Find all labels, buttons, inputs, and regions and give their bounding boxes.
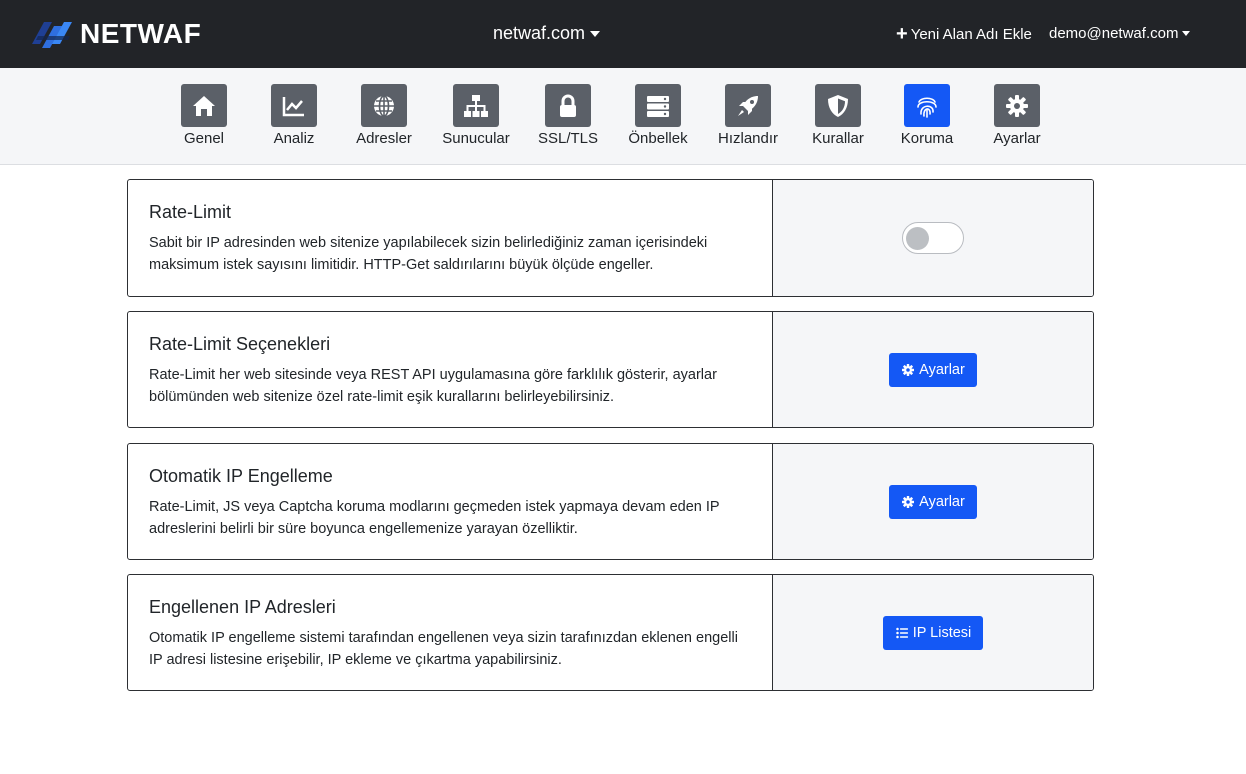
globe-icon <box>361 84 407 127</box>
button-label: Ayarlar <box>919 361 965 378</box>
list-icon <box>895 627 908 638</box>
card-description-line: Rate-Limit her web sitesinde veya REST A… <box>149 367 717 383</box>
rate-limit-toggle[interactable] <box>902 222 964 254</box>
gear-icon <box>902 363 915 376</box>
card-description: Sabit bir IP adresinden web sitenize yap… <box>149 232 752 276</box>
nav-label: SSL/TLS <box>537 130 599 147</box>
network-icon <box>453 84 499 127</box>
gear-icon <box>902 495 915 508</box>
shield-icon <box>815 84 861 127</box>
rate-limit-options-card: Rate-Limit Seçenekleri Rate-Limit her we… <box>127 311 1094 428</box>
card-description-line: Otomatik IP engelleme sistemi tarafından… <box>149 630 738 646</box>
fingerprint-icon <box>904 84 950 127</box>
nav-label: Kurallar <box>812 130 864 147</box>
nav-label: Ayarlar <box>993 130 1041 147</box>
rate-limit-settings-button[interactable]: Ayarlar <box>889 352 977 387</box>
card-action <box>773 180 1093 296</box>
home-icon <box>181 84 227 127</box>
nav-item-analiz[interactable]: Analiz <box>249 84 339 147</box>
card-description-line: IP adresi listesine erişebilir, IP eklem… <box>149 652 562 668</box>
plus-icon: + <box>896 23 908 45</box>
card-body: Rate-Limit Seçenekleri Rate-Limit her we… <box>128 312 773 427</box>
nav-label: Genel <box>183 130 225 147</box>
ip-list-button[interactable]: IP Listesi <box>882 615 984 650</box>
nav-label: Sunucular <box>442 130 510 147</box>
card-title: Engellenen IP Adresleri <box>149 597 336 617</box>
nav-item-genel[interactable]: Genel <box>159 84 249 147</box>
nav-item-ayarlar[interactable]: Ayarlar <box>972 84 1062 147</box>
card-action: Ayarlar <box>773 444 1093 559</box>
nav-label: Analiz <box>273 130 315 147</box>
auto-ip-block-card: Otomatik IP Engelleme Rate-Limit, JS vey… <box>127 443 1094 560</box>
caret-down-icon <box>1182 31 1191 36</box>
card-description-line: Rate-Limit, JS veya Captcha koruma modla… <box>149 499 720 515</box>
top-navbar: NETWAF netwaf.com + Yeni Alan Adı Ekle d… <box>0 0 1246 68</box>
card-description-line: bölümünden web sitenize özel rate-limit … <box>149 389 615 405</box>
add-domain-label: Yeni Alan Adı Ekle <box>910 26 1032 43</box>
lock-icon <box>545 84 591 127</box>
card-title: Rate-Limit Seçenekleri <box>149 334 331 354</box>
button-label: IP Listesi <box>912 624 972 641</box>
nav-item-adresler[interactable]: Adresler <box>339 84 429 147</box>
nav-label: Hızlandır <box>717 130 779 147</box>
card-body: Engellenen IP Adresleri Otomatik IP enge… <box>128 575 773 690</box>
card-action: Ayarlar <box>773 312 1093 427</box>
card-description-line: adreslerini belirli bir süre boyunca eng… <box>149 521 578 537</box>
logo-mark-icon <box>30 14 76 54</box>
nav-label: Koruma <box>900 130 954 147</box>
nav-item-sunucular[interactable]: Sunucular <box>431 84 521 147</box>
caret-down-icon <box>590 30 601 37</box>
nav-item-hizlandir[interactable]: Hızlandır <box>703 84 793 147</box>
gear-icon <box>994 84 1040 127</box>
card-description-line: maksimum istek sayısını limitidir. HTTP-… <box>149 257 654 273</box>
nav-item-ssl-tls[interactable]: SSL/TLS <box>523 84 613 147</box>
section-nav: Genel Analiz Adresler Sunucular SSL/TLS … <box>0 68 1246 165</box>
nav-label: Adresler <box>356 130 412 147</box>
button-label: Ayarlar <box>919 493 965 510</box>
card-description: Rate-Limit her web sitesinde veya REST A… <box>149 364 752 408</box>
nav-item-onbellek[interactable]: Önbellek <box>613 84 703 147</box>
chart-icon <box>271 84 317 127</box>
card-action: IP Listesi <box>773 575 1093 690</box>
nav-label: Önbellek <box>628 130 688 147</box>
blocked-ips-card: Engellenen IP Adresleri Otomatik IP enge… <box>127 574 1094 691</box>
brand-name: NETWAF <box>80 18 202 49</box>
rate-limit-card: Rate-Limit Sabit bir IP adresinden web s… <box>127 179 1094 297</box>
server-icon <box>635 84 681 127</box>
card-body: Rate-Limit Sabit bir IP adresinden web s… <box>128 180 773 296</box>
rocket-icon <box>725 84 771 127</box>
toggle-knob <box>906 227 929 250</box>
user-email: demo@netwaf.com <box>1049 25 1179 42</box>
card-title: Otomatik IP Engelleme <box>149 466 333 486</box>
domain-selector[interactable]: netwaf.com <box>493 23 601 44</box>
nav-item-koruma[interactable]: Koruma <box>882 84 972 147</box>
nav-item-kurallar[interactable]: Kurallar <box>793 84 883 147</box>
brand-logo[interactable]: NETWAF <box>30 14 201 54</box>
card-description: Rate-Limit, JS veya Captcha koruma modla… <box>149 496 752 540</box>
card-body: Otomatik IP Engelleme Rate-Limit, JS vey… <box>128 444 773 559</box>
card-description-line: Sabit bir IP adresinden web sitenize yap… <box>149 235 708 251</box>
add-domain-button[interactable]: + Yeni Alan Adı Ekle <box>896 23 1032 45</box>
card-title: Rate-Limit <box>149 202 232 222</box>
domain-selector-label: netwaf.com <box>493 23 586 43</box>
user-menu[interactable]: demo@netwaf.com <box>1049 25 1191 42</box>
auto-ip-block-settings-button[interactable]: Ayarlar <box>889 484 977 519</box>
card-description: Otomatik IP engelleme sistemi tarafından… <box>149 627 752 671</box>
